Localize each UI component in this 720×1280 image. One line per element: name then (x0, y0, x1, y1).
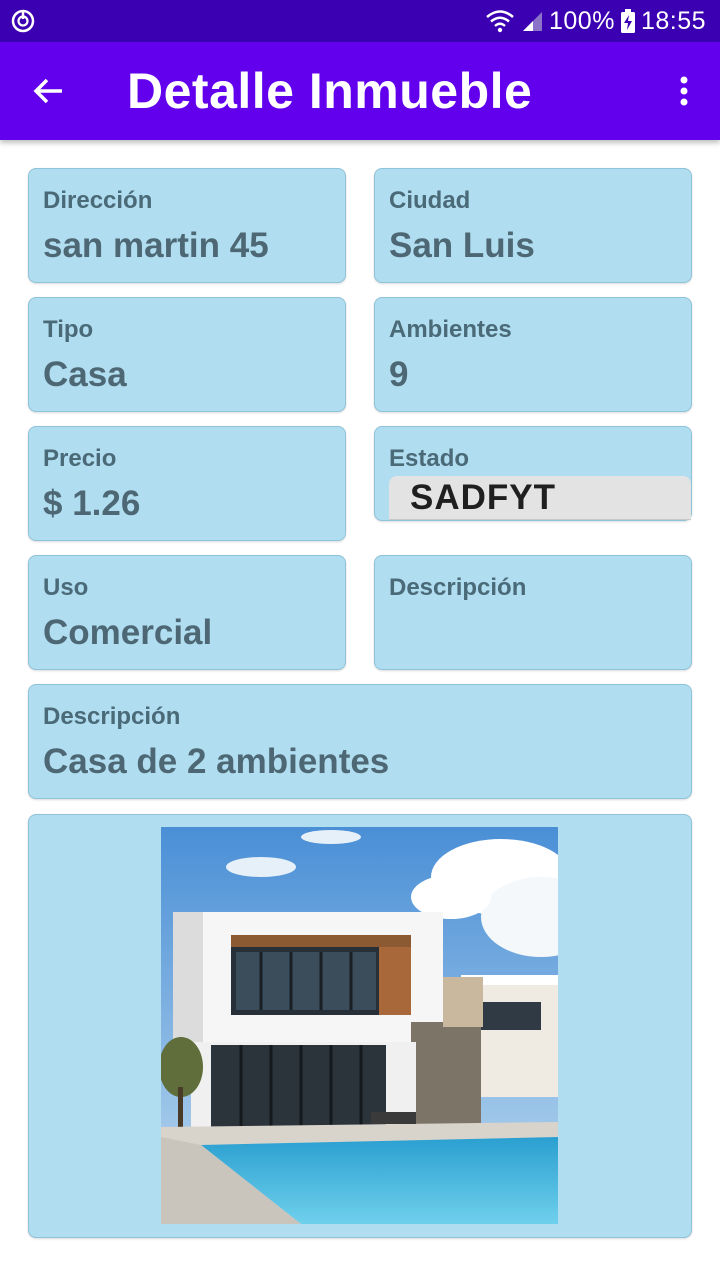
status-bar: 100% 18:55 (0, 0, 720, 42)
field-descripcion: Descripción Casa de 2 ambientes (28, 684, 692, 799)
field-label: Precio (43, 445, 117, 472)
house-photo (161, 827, 558, 1224)
image-card (28, 814, 692, 1238)
estado-input[interactable]: SADFYT (389, 476, 691, 520)
field-precio: Precio $ 1.26 (28, 426, 346, 541)
field-tipo: Tipo Casa (28, 297, 346, 412)
field-ambientes: Ambientes 9 (374, 297, 692, 412)
field-value: San Luis (389, 226, 535, 265)
field-descripcion-small: Descripción (374, 555, 692, 670)
field-value: Casa (43, 355, 127, 394)
cellular-icon (521, 10, 543, 32)
wifi-icon (485, 9, 515, 33)
field-label: Descripción (389, 574, 527, 601)
battery-charging-icon (620, 9, 635, 33)
field-label: Tipo (43, 316, 94, 343)
field-value: Casa de 2 ambientes (43, 742, 390, 781)
field-ciudad: Ciudad San Luis (374, 168, 692, 283)
field-label: Ambientes (389, 316, 512, 343)
field-estado: Estado SADFYT (374, 426, 692, 521)
field-direccion: Dirección san martin 45 (28, 168, 346, 283)
field-value: san martin 45 (43, 226, 269, 265)
field-label: Ciudad (389, 187, 471, 214)
field-value: $ 1.26 (43, 484, 141, 523)
battery-level: 100% (548, 6, 615, 35)
field-label: Dirección (43, 187, 153, 214)
more-vert-icon[interactable] (672, 69, 696, 113)
sync-icon (10, 8, 36, 34)
field-label: Descripción (43, 703, 181, 730)
estado-value: SADFYT (410, 478, 556, 517)
field-value: 9 (389, 355, 409, 394)
clock: 18:55 (640, 6, 706, 35)
field-uso: Uso Comercial (28, 555, 346, 670)
field-value: Comercial (43, 613, 213, 652)
page-title: Detalle Inmueble (127, 63, 533, 119)
field-label: Estado (389, 445, 470, 472)
arrow-back-icon[interactable] (26, 69, 70, 113)
app-bar: Detalle Inmueble (0, 42, 720, 140)
field-label: Uso (43, 574, 89, 601)
